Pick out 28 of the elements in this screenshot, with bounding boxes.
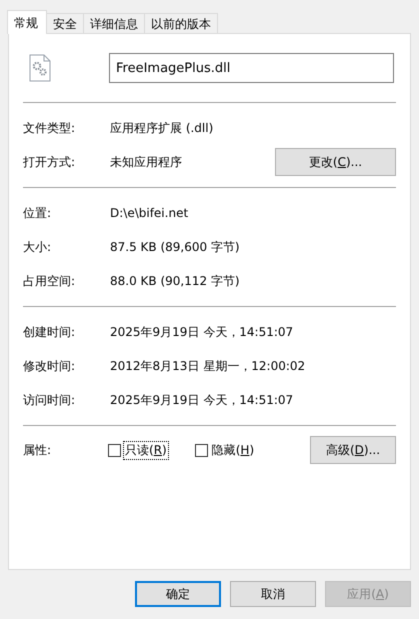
field-value: D:\e\bifei.net xyxy=(110,206,190,220)
field-label: 文件类型: xyxy=(23,120,76,136)
settings-file-icon xyxy=(29,54,51,82)
tab[interactable]: 详细信息 xyxy=(83,13,145,33)
field-value: 未知应用程序 xyxy=(110,154,183,170)
dialog-button[interactable]: 取消 xyxy=(230,581,316,607)
field-value: 2025年9月19日 今天，14:51:07 xyxy=(110,392,294,408)
field-value: 2025年9月19日 今天，14:51:07 xyxy=(110,324,294,340)
change-button[interactable]: 更改(C)... xyxy=(275,148,396,176)
field-label: 大小: xyxy=(23,238,52,256)
field-label: 位置: xyxy=(23,204,52,222)
checkbox[interactable]: 隐藏(H) xyxy=(194,440,256,460)
field-value: 2012年8月13日 星期一，12:00:02 xyxy=(110,358,306,374)
field-value: 88.0 KB (90,112 字节) xyxy=(110,272,241,290)
file-name-field[interactable]: FreeImagePlus.dll xyxy=(109,53,394,83)
field-label: 打开方式: xyxy=(23,154,76,170)
tab[interactable]: 常规 xyxy=(7,10,47,34)
field-label: 访问时间: xyxy=(23,392,76,408)
field-label: 占用空间: xyxy=(23,272,76,290)
field-label: 属性: xyxy=(23,442,52,458)
dialog-button[interactable]: 确定 xyxy=(135,581,221,607)
field-label: 修改时间: xyxy=(23,358,76,374)
tab[interactable]: 安全 xyxy=(46,13,84,33)
tab[interactable]: 以前的版本 xyxy=(144,13,218,33)
field-value: 87.5 KB (89,600 字节) xyxy=(110,238,241,256)
field-value: 应用程序扩展 (.dll) xyxy=(110,120,214,136)
field-label: 创建时间: xyxy=(23,324,76,340)
advanced-button[interactable]: 高级(D)... xyxy=(310,436,396,464)
